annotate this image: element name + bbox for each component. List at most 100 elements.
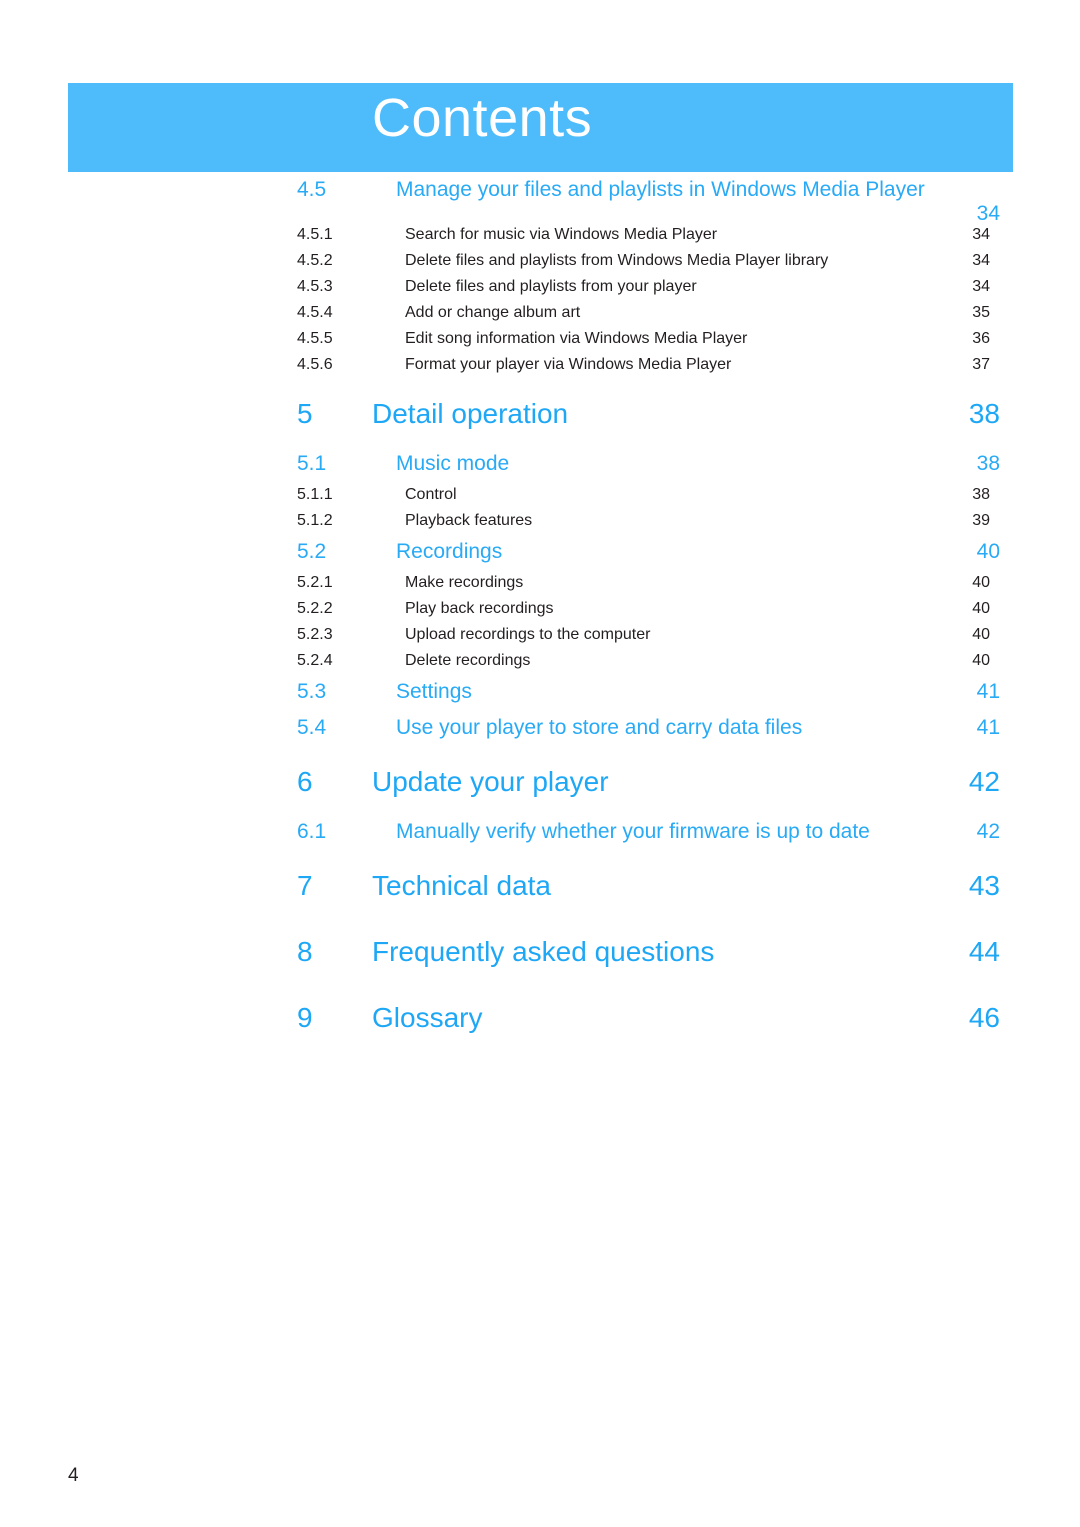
toc-entry-title: Format your player via Windows Media Pla…: [405, 356, 732, 373]
toc-entry[interactable]: 5.2 Recordings 40: [0, 540, 1080, 574]
toc-entry-page: 46: [968, 1002, 1000, 1033]
toc-entry[interactable]: 5.1.2 Playback features 39: [0, 512, 1080, 538]
toc-entry-page: 44: [968, 936, 1000, 967]
toc-entry[interactable]: 4.5.2 Delete files and playlists from Win…: [0, 252, 1080, 278]
toc-entry-number: 5: [297, 398, 313, 429]
toc-entry-title: Manage your files and playlists in Windo…: [396, 178, 925, 201]
toc-entry[interactable]: 5.3 Settings 41: [0, 680, 1080, 714]
toc-entry-title: Delete files and playlists from Windows …: [405, 252, 829, 269]
toc-entry-page: 40: [972, 600, 990, 617]
toc-entry-number: 6: [297, 766, 313, 797]
toc-entry-line: Playback features 39: [0, 512, 1080, 530]
toc-entry-line: Frequently asked questions 44: [297, 936, 1000, 968]
toc-entry-title: Frequently asked questions: [372, 936, 715, 967]
toc-entry-number: 5.1.2: [297, 512, 333, 529]
toc-entry-line: Settings 41: [0, 680, 1080, 704]
toc-entry[interactable]: 8 Frequently asked questions 44: [0, 936, 1080, 986]
toc-entry-title: Use your player to store and carry data …: [396, 716, 803, 739]
toc-entry[interactable]: 4.5.3 Delete files and playlists from you…: [0, 278, 1080, 304]
toc-entry[interactable]: 4.5.1 Search for music via Windows Media …: [0, 226, 1080, 252]
toc-entry-page: 40: [972, 626, 990, 643]
toc-entry-title: Delete recordings: [405, 652, 531, 669]
toc-entry-page: 37: [972, 356, 990, 373]
toc-entry-line: Delete files and playlists from your pla…: [0, 278, 1080, 296]
toc-entry-number: 5.2.1: [297, 574, 333, 591]
toc-entry-line: Play back recordings 40: [0, 600, 1080, 618]
toc-entry-page: 34: [972, 226, 990, 243]
toc-entry-page: 38: [972, 486, 990, 503]
toc-entry-number: 5.2.2: [297, 600, 333, 617]
toc-entry[interactable]: 5.1 Music mode 38: [0, 452, 1080, 486]
toc-entry-number: 4.5.4: [297, 304, 333, 321]
toc-entry-number: 6.1: [297, 820, 327, 843]
toc-entry-number: 8: [297, 936, 313, 967]
toc-entry-page: 40: [972, 652, 990, 669]
toc-entry-page: 36: [972, 330, 990, 347]
toc-entry[interactable]: 5.1.1 Control 38: [0, 486, 1080, 512]
toc-entry-page: 38: [968, 398, 1000, 429]
toc-entry-number: 7: [297, 870, 313, 901]
toc-entry-title: Control: [405, 486, 457, 503]
toc-entry-line: Control 38: [0, 486, 1080, 504]
toc-entry-number: 4.5.6: [297, 356, 333, 373]
toc-entry[interactable]: 4.5.5 Edit song information via Windows M…: [0, 330, 1080, 356]
toc-entry-title: Play back recordings: [405, 600, 554, 617]
toc-entry-number: 9: [297, 1002, 313, 1033]
toc-entry-line: Technical data 43: [297, 870, 1000, 902]
table-of-contents: 4.5 Manage your files and playlists in Wi…: [0, 176, 1080, 1056]
toc-entry-line: Format your player via Windows Media Pla…: [0, 356, 1080, 374]
toc-entry[interactable]: 6 Update your player 42: [0, 766, 1080, 816]
toc-entry-line: Make recordings 40: [0, 574, 1080, 592]
toc-entry-number: 4.5.3: [297, 278, 333, 295]
toc-entry-title: Music mode: [396, 452, 510, 475]
toc-entry[interactable]: 5 Detail operation 38: [0, 398, 1080, 448]
toc-entry-title: Glossary: [372, 1002, 483, 1033]
toc-entry[interactable]: 6.1 Manually verify whether your firmware…: [0, 820, 1080, 854]
toc-entry-title: Playback features: [405, 512, 533, 529]
toc-entry-page: 42: [968, 766, 1000, 797]
page-title: Contents: [372, 88, 593, 148]
toc-entry[interactable]: 5.2.4 Delete recordings 40: [0, 652, 1080, 678]
toc-entry-line: Detail operation 38: [297, 398, 1000, 430]
toc-entry-page: 34: [972, 278, 990, 295]
toc-entry-page: 34: [976, 202, 1000, 225]
toc-entry-line: Glossary 46: [297, 1002, 1000, 1034]
toc-entry[interactable]: 7 Technical data 43: [0, 870, 1080, 920]
contents-header-banner: Contents: [68, 83, 1013, 172]
toc-entry-line: Delete files and playlists from Windows …: [0, 252, 1080, 270]
toc-entry-line: Update your player 42: [297, 766, 1000, 798]
toc-entry-title: Search for music via Windows Media Playe…: [405, 226, 718, 243]
toc-entry-page: 38: [976, 452, 1000, 475]
toc-entry[interactable]: 5.2.3 Upload recordings to the computer 40: [0, 626, 1080, 652]
toc-entry-title: Technical data: [372, 870, 552, 901]
toc-entry-page: 41: [976, 680, 1000, 703]
toc-entry[interactable]: 5.2.1 Make recordings 40: [0, 574, 1080, 600]
toc-entry-line: Search for music via Windows Media Playe…: [0, 226, 1080, 244]
toc-entry-line: Manage your files and playlists in Windo…: [0, 178, 1080, 226]
toc-entry-line: Upload recordings to the computer 40: [0, 626, 1080, 644]
toc-entry[interactable]: 5.4 Use your player to store and carry da…: [0, 716, 1080, 750]
toc-entry[interactable]: 9 Glossary 46: [0, 1002, 1080, 1052]
toc-entry-line: Recordings 40: [0, 540, 1080, 564]
toc-entry-page: 34: [972, 252, 990, 269]
toc-entry-title: Detail operation: [372, 398, 569, 429]
toc-entry-title: Edit song information via Windows Media …: [405, 330, 748, 347]
toc-entry[interactable]: 5.2.2 Play back recordings 40: [0, 600, 1080, 626]
toc-entry-number: 5.2.3: [297, 626, 333, 643]
toc-entry[interactable]: 4.5.4 Add or change album art 35: [0, 304, 1080, 330]
toc-entry-page: 35: [972, 304, 990, 321]
toc-entry-number: 5.1.1: [297, 486, 333, 503]
toc-entry-line: Delete recordings 40: [0, 652, 1080, 670]
toc-entry-number: 5.4: [297, 716, 327, 739]
toc-entry[interactable]: 4.5.6 Format your player via Windows Medi…: [0, 356, 1080, 382]
toc-entry-number: 5.1: [297, 452, 327, 475]
toc-entry-number: 5.2: [297, 540, 327, 563]
toc-entry-number: 4.5.1: [297, 226, 333, 243]
toc-entry[interactable]: 4.5 Manage your files and playlists in Wi…: [0, 178, 1080, 226]
toc-entry-number: 4.5.5: [297, 330, 333, 347]
toc-entry-number: 4.5: [297, 178, 327, 201]
toc-entry-number: 4.5.2: [297, 252, 333, 269]
toc-entry-title: Manually verify whether your firmware is…: [396, 820, 870, 843]
toc-entry-line: Use your player to store and carry data …: [0, 716, 1080, 740]
toc-entry-page: 40: [976, 540, 1000, 563]
